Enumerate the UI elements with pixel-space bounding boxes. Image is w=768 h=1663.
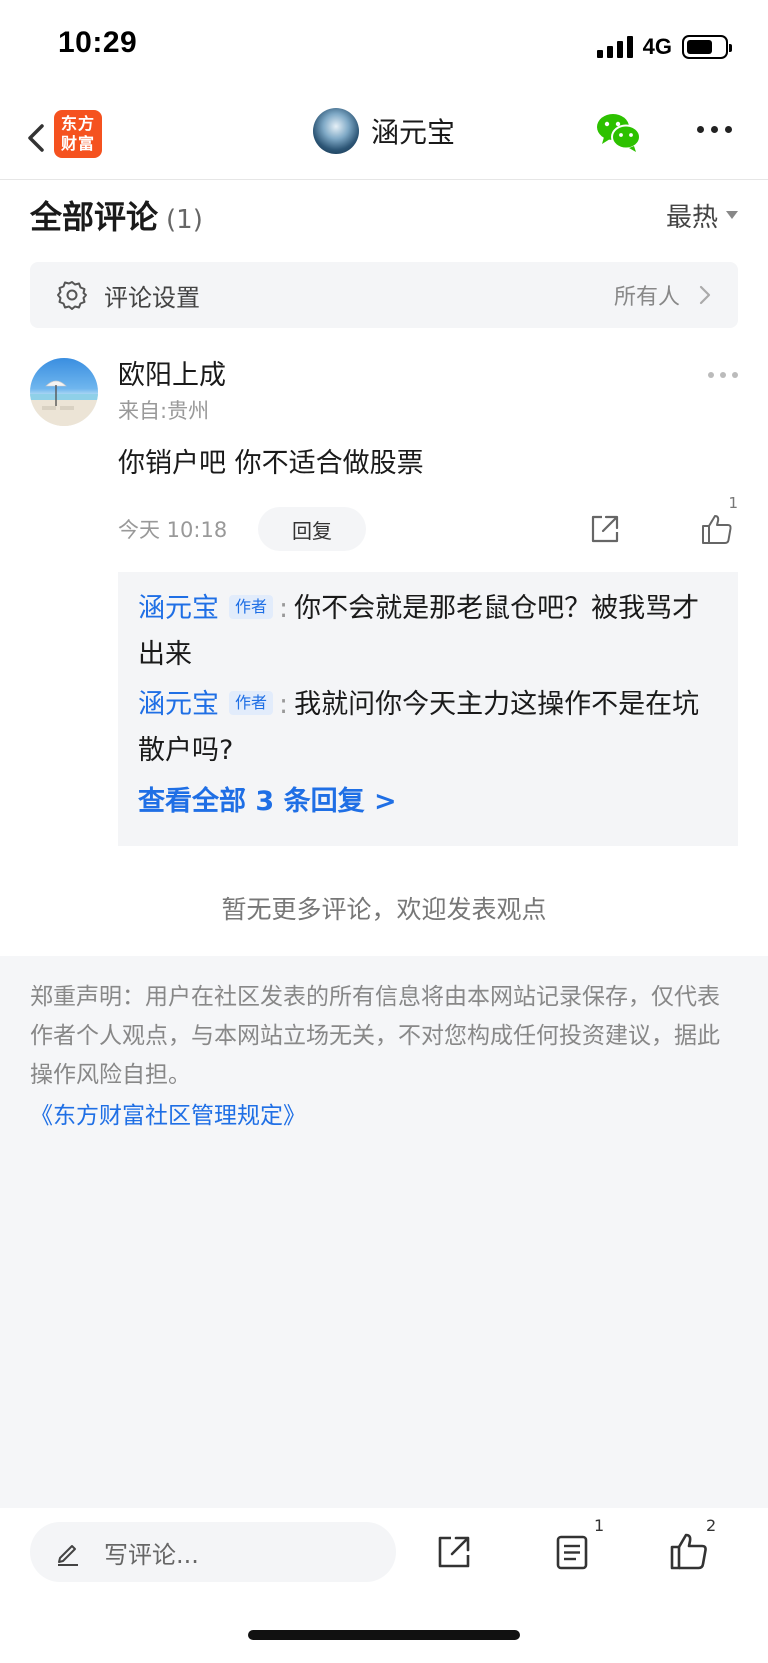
nav-profile[interactable]: 涵元宝	[0, 108, 768, 154]
wechat-icon[interactable]	[594, 110, 644, 154]
comments-title-wrap: 全部评论 (1)	[30, 192, 203, 238]
comment-like-count: 1	[728, 494, 738, 512]
comment-input-placeholder: 写评论...	[104, 1540, 199, 1569]
reply-username[interactable]: 涵元宝	[138, 593, 219, 624]
comments-count: (1)	[166, 205, 203, 235]
status-indicators: 4G	[596, 34, 732, 60]
chevron-right-icon	[699, 285, 711, 305]
community-rules-link[interactable]: 《东方财富社区管理规定》	[30, 1096, 306, 1136]
reply-text: 你不会就是那老鼠仓吧？被我骂才出来	[138, 593, 700, 670]
reply-username[interactable]: 涵元宝	[138, 689, 219, 720]
comment-body: 欧阳上成 来自:贵州 你销户吧 你不适合做股票 今天 10:18 回复 1 涵元…	[118, 356, 738, 846]
comments-list-icon[interactable]	[552, 1532, 592, 1572]
comment-time: 今天 10:18	[118, 518, 228, 542]
comments-count-badge: 1	[594, 1516, 605, 1535]
reply-colon: :	[279, 593, 289, 624]
likes-count-badge: 2	[706, 1516, 717, 1535]
comments-header: 全部评论 (1) 最热	[30, 180, 738, 250]
thumbs-up-icon[interactable]	[700, 512, 734, 546]
avatar[interactable]	[30, 358, 98, 426]
battery-icon	[682, 35, 732, 59]
share-icon[interactable]	[434, 1532, 474, 1572]
author-badge: 作者	[229, 690, 274, 715]
network-type: 4G	[642, 34, 672, 59]
view-all-replies-link[interactable]: 查看全部 3 条回复 >	[138, 780, 718, 824]
status-time: 10:29	[58, 26, 138, 59]
settings-value: 所有人	[613, 285, 680, 310]
no-more-comments: 暂无更多评论，欢迎发表观点	[221, 895, 547, 924]
beach-umbrella-icon	[30, 380, 98, 426]
comment-username[interactable]: 欧阳上成	[118, 356, 738, 396]
comment-location: 来自:贵州	[118, 399, 210, 423]
sort-label: 最热	[665, 202, 718, 233]
share-icon[interactable]	[588, 512, 622, 546]
reply-list: 涵元宝 作者: 你不会就是那老鼠仓吧？被我骂才出来 涵元宝 作者: 我就问你今天主力这操…	[118, 572, 738, 846]
comment-more-icon[interactable]	[708, 372, 738, 378]
nav-title: 涵元宝	[370, 116, 455, 149]
home-indicator	[248, 1630, 520, 1640]
more-icon[interactable]	[697, 126, 732, 133]
reply-item[interactable]: 涵元宝 作者: 我就问你今天主力这操作不是在坑散户吗?	[138, 682, 718, 774]
reply-button[interactable]: 回复	[258, 507, 366, 551]
nav-bar: 东方 财富 涵元宝	[0, 96, 768, 180]
gear-icon	[57, 281, 87, 310]
thumbs-up-icon[interactable]	[668, 1530, 710, 1572]
author-avatar[interactable]	[312, 108, 359, 154]
bottom-bar: 写评论... 1 2	[0, 1508, 768, 1663]
status-bar: 10:29 4G	[0, 0, 768, 96]
disclaimer-area: 郑重声明：用户在社区发表的所有信息将由本网站记录保存，仅代表作者个人观点，与本网…	[0, 956, 768, 1508]
reply-text: 我就问你今天主力这操作不是在坑散户吗?	[138, 689, 700, 766]
author-badge: 作者	[229, 594, 274, 619]
disclaimer-text: 郑重声明：用户在社区发表的所有信息将由本网站记录保存，仅代表作者个人观点，与本网…	[30, 984, 720, 1088]
signal-icon	[596, 36, 633, 58]
comment-item: 欧阳上成 来自:贵州 你销户吧 你不适合做股票 今天 10:18 回复 1 涵元…	[30, 356, 738, 846]
pencil-icon	[58, 1545, 78, 1566]
reply-colon: :	[279, 689, 289, 720]
reply-item[interactable]: 涵元宝 作者: 你不会就是那老鼠仓吧？被我骂才出来	[138, 586, 718, 678]
caret-down-icon	[726, 211, 738, 219]
settings-label: 评论设置	[104, 283, 200, 312]
comment-meta: 今天 10:18 回复 1	[118, 494, 738, 552]
sort-dropdown[interactable]: 最热	[666, 197, 738, 234]
comment-text: 你销户吧 你不适合做股票	[118, 448, 424, 479]
comments-title: 全部评论	[30, 198, 159, 236]
comment-input[interactable]: 写评论...	[30, 1522, 396, 1582]
comment-settings-row[interactable]: 评论设置 所有人	[30, 262, 738, 328]
